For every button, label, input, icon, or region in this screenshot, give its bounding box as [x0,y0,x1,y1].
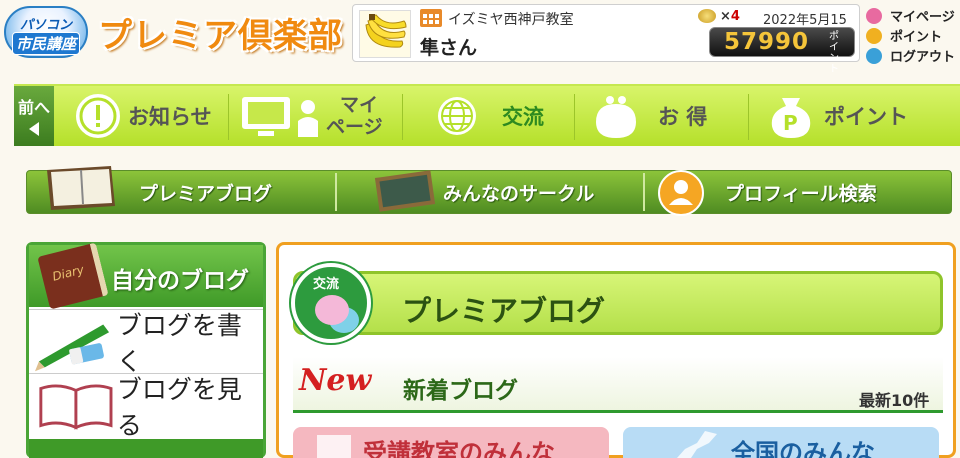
my-blog-title: 自分のブログ [111,268,249,294]
write-blog-button[interactable]: ブログを書く [29,309,263,376]
premier-blog-banner: プレミアブログ [293,271,943,335]
nav-item-label: ポイント [824,105,908,129]
nav-item-otoku[interactable]: お 得 [592,86,707,146]
sub-nav: プレミアブログ みんなのサークル プロフィール検索 [26,166,952,216]
nav-item-line1: マイ [340,94,379,116]
main-content: プレミアブログ 交流 New 新着ブログ 最新10件 受講教室のみんな 全国のみ… [276,242,956,458]
subnav-label: プロフィール検索 [725,182,877,205]
site-title[interactable]: プレミア倶楽部 [98,8,343,57]
nav-item-mypage[interactable]: マイ ページ [240,86,383,146]
new-blogs-title: 新着ブログ [403,378,518,404]
chat-bubbles-icon [315,295,349,325]
mypage-link[interactable]: マイページ [866,6,955,25]
subnav-divider [335,173,337,211]
view-blog-label: ブログを見る [116,374,242,440]
my-blog-panel: Diary 自分のブログ ブログを書く ブログを見る [26,242,266,458]
nav-item-koryu[interactable]: 交流 [434,86,544,146]
monitor-person-icon [242,97,318,137]
logo-line1: パソコン [20,18,73,33]
nav-item-label: お知らせ [128,105,212,129]
notebook-icon [47,166,115,210]
japan-map-icon [677,431,717,458]
points-value: 57990 [724,29,810,55]
mypage-link-label: マイページ [890,10,955,25]
coin-icon [866,27,882,44]
pencil-eraser-icon [35,323,110,371]
key-icon [866,47,882,64]
school-building-icon [317,435,351,458]
globe-icon [438,97,476,135]
banner-title: プレミアブログ [402,294,606,328]
subnav-circle[interactable]: みんなのサークル [373,170,595,213]
nav-prev-label: 前へ [18,98,51,117]
point-bag-icon: P [771,98,811,138]
person-icon [866,7,882,24]
nav-divider [228,94,229,140]
points-unit: ポイント [829,31,839,75]
coin-icon [698,9,716,23]
nav-item-oshirase[interactable]: お知らせ [76,86,212,146]
my-blog-header: Diary 自分のブログ [29,242,263,310]
tab-label: 全国のみんな [731,439,875,458]
nav-divider [748,94,749,140]
arrow-left-icon [29,122,39,136]
open-book-icon [39,384,113,430]
nav-prev-button[interactable]: 前へ [14,86,54,146]
tab-classroom[interactable]: 受講教室のみんな [293,427,609,458]
profile-icon [658,170,704,216]
coin-count: ×4 [720,9,740,24]
svg-text:P: P [783,111,798,135]
view-blog-button[interactable]: ブログを見る [29,373,263,440]
banana-icon [359,10,411,58]
school-name: イズミヤ西神戸教室 [448,12,574,28]
header: パソコン 市民講座 プレミア倶楽部 イズミヤ西神戸教室 隼さん ×4 2022年… [0,0,960,75]
nav-divider [574,94,575,140]
nav-item-label: お 得 [658,105,708,129]
new-icon: New [299,363,372,398]
diary-icon: Diary [37,242,109,310]
new-blogs-count: 最新10件 [859,391,930,410]
my-blog-footer [29,439,263,458]
tab-nationwide[interactable]: 全国のみんな [623,427,939,458]
purse-icon [596,96,636,138]
tab-label: 受講教室のみんな [363,439,555,458]
nav-item-label: 交流 [502,105,544,129]
logo-line2: 市民講座 [12,32,81,55]
diary-label: Diary [50,262,86,284]
site-logo[interactable]: パソコン 市民講座 [4,6,88,58]
point-link-label: ポイント [890,30,943,45]
nav-item-line2: ページ [326,116,383,138]
user-name: 隼さん [420,37,478,59]
logout-link[interactable]: ログアウト [866,46,955,65]
nav-item-label: マイ ページ [326,94,383,138]
nav-divider [402,94,403,140]
user-card: イズミヤ西神戸教室 隼さん ×4 2022年5月15日 57990 ポイント [352,4,860,75]
subnav-premier-blog[interactable]: プレミアブログ [41,166,273,213]
koryu-badge: 交流 [291,263,371,343]
subnav-divider [643,173,645,211]
exclamation-icon [76,94,120,138]
koryu-badge-label: 交流 [313,277,340,292]
subnav-label: みんなのサークル [443,182,595,205]
points-display: 57990 ポイント [709,27,855,75]
main-nav: 前へ お知らせ マイ ページ 交流 お 得 P ポイント [14,84,960,146]
new-blogs-header: New 新着ブログ 最新10件 [293,357,943,413]
subnav-label: プレミアブログ [139,182,273,205]
point-link[interactable]: ポイント [866,26,942,45]
write-blog-label: ブログを書く [116,310,242,376]
subnav-profile-search[interactable]: プロフィール検索 [657,170,877,216]
logout-link-label: ログアウト [890,50,956,65]
nav-item-point[interactable]: P ポイント [768,86,908,146]
chalkboard-icon [374,170,436,212]
school-icon [420,9,442,27]
